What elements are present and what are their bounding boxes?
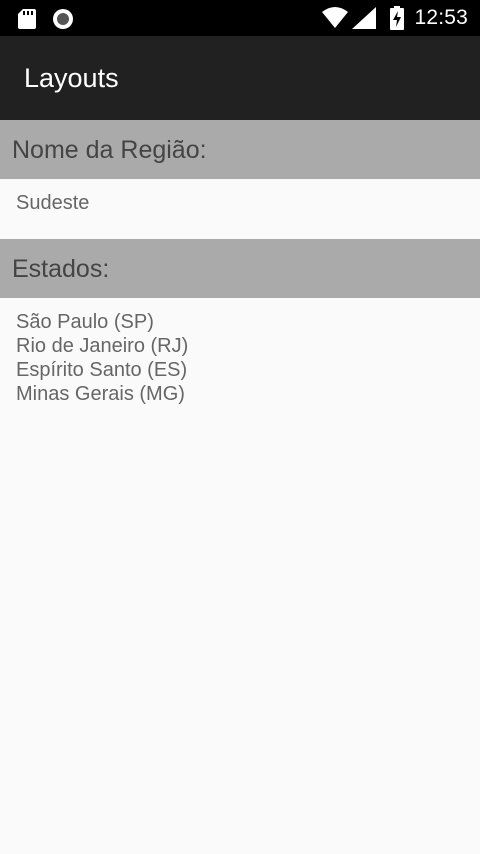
status-bar-right: 12:53 — [322, 6, 468, 30]
states-section-header: Estados: — [0, 239, 480, 298]
battery-charging-icon — [390, 6, 405, 30]
list-item: São Paulo (SP) — [16, 311, 154, 333]
states-header-label: Estados: — [12, 255, 110, 283]
status-bar-left — [18, 8, 74, 30]
cell-signal-icon — [352, 7, 377, 29]
status-bar: 12:53 — [0, 0, 480, 36]
app-bar: Layouts — [0, 36, 480, 120]
region-value: Sudeste — [16, 192, 90, 214]
app-title: Layouts — [24, 63, 119, 93]
sd-card-icon — [18, 9, 36, 29]
region-section-header: Nome da Região: — [0, 120, 480, 179]
list-item: Espírito Santo (ES) — [16, 359, 188, 381]
region-header-label: Nome da Região: — [12, 136, 207, 164]
status-time: 12:53 — [414, 6, 468, 29]
list-item: Rio de Janeiro (RJ) — [16, 335, 189, 357]
states-list: São Paulo (SP) Rio de Janeiro (RJ) Espír… — [16, 310, 188, 406]
wifi-icon — [322, 7, 349, 28]
record-icon — [53, 9, 73, 29]
list-item: Minas Gerais (MG) — [16, 383, 185, 405]
